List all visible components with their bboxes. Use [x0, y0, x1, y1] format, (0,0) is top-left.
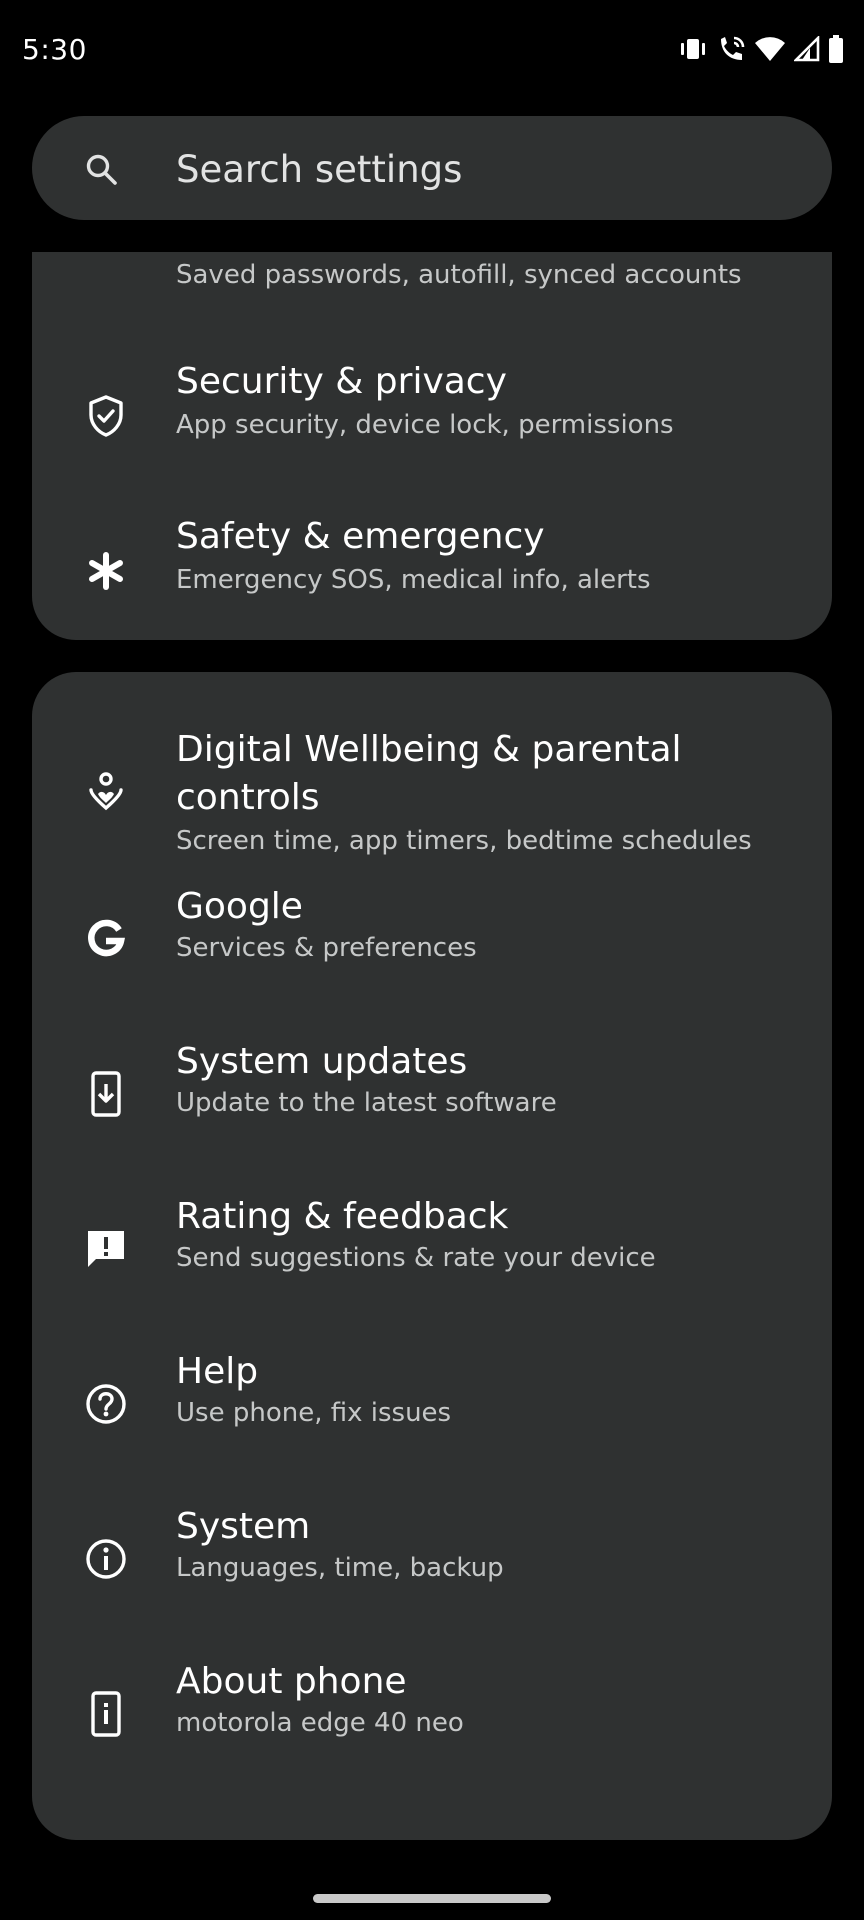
- settings-item-title: System: [176, 1506, 311, 1547]
- settings-item-security-privacy[interactable]: Security & privacy App security, device …: [32, 340, 832, 494]
- settings-item-title: Google: [176, 886, 303, 927]
- wifi-icon: [754, 36, 786, 62]
- info-icon: [82, 1535, 130, 1583]
- search-placeholder: Search settings: [176, 148, 463, 191]
- google-icon: [82, 915, 130, 963]
- settings-item-subtitle: Services & preferences: [176, 933, 477, 963]
- status-icons: [678, 34, 844, 64]
- settings-item-safety-emergency[interactable]: Safety & emergency Emergency SOS, medica…: [32, 495, 832, 640]
- search-bar[interactable]: Search settings: [32, 116, 832, 220]
- feedback-icon: [82, 1225, 130, 1273]
- settings-item-subtitle: Emergency SOS, medical info, alerts: [176, 565, 651, 595]
- settings-item-title: Safety & emergency: [176, 516, 545, 557]
- settings-item-title: Security & privacy: [176, 361, 507, 402]
- settings-group-system: Digital Wellbeing & parental controls Sc…: [32, 672, 832, 1840]
- status-time: 5:30: [22, 33, 87, 66]
- settings-item-about-phone[interactable]: About phone motorola edge 40 neo: [32, 1661, 832, 1840]
- settings-item-subtitle: Use phone, fix issues: [176, 1398, 452, 1428]
- help-icon: [82, 1380, 130, 1428]
- settings-item-passwords[interactable]: Saved passwords, autofill, synced accoun…: [32, 252, 832, 290]
- search-icon: [84, 152, 120, 188]
- settings-item-subtitle: Saved passwords, autofill, synced accoun…: [176, 260, 742, 290]
- settings-item-subtitle: motorola edge 40 neo: [176, 1708, 464, 1738]
- phone-info-icon: [82, 1690, 130, 1738]
- settings-group-privacy: Saved passwords, autofill, synced accoun…: [32, 252, 832, 640]
- wifi-calling-icon: [716, 35, 746, 63]
- settings-item-subtitle: App security, device lock, permissions: [176, 410, 674, 440]
- asterisk-icon: [82, 547, 130, 595]
- settings-screen: 5:30 Search settings Saved passwords, au…: [0, 0, 864, 1920]
- settings-item-subtitle: Screen time, app timers, bedtime schedul…: [176, 826, 752, 856]
- wellbeing-icon: [82, 770, 130, 818]
- system-update-icon: [82, 1070, 130, 1118]
- settings-item-title: Help: [176, 1351, 259, 1392]
- settings-item-title: Rating & feedback: [176, 1196, 509, 1237]
- vibrate-icon: [678, 36, 708, 62]
- settings-item-subtitle: Update to the latest software: [176, 1088, 557, 1118]
- signal-icon: [794, 36, 820, 62]
- settings-item-subtitle: Send suggestions & rate your device: [176, 1243, 656, 1273]
- settings-item-digital-wellbeing[interactable]: Digital Wellbeing & parental controls Sc…: [32, 672, 832, 867]
- shield-icon: [82, 392, 130, 440]
- gesture-nav-handle[interactable]: [313, 1894, 551, 1903]
- settings-item-title: System updates: [176, 1041, 468, 1082]
- settings-item-subtitle: Languages, time, backup: [176, 1553, 504, 1583]
- battery-icon: [828, 35, 844, 63]
- status-bar: 5:30: [0, 0, 864, 100]
- settings-item-title: About phone: [176, 1661, 407, 1702]
- settings-item-title: Digital Wellbeing & parental controls: [176, 729, 682, 818]
